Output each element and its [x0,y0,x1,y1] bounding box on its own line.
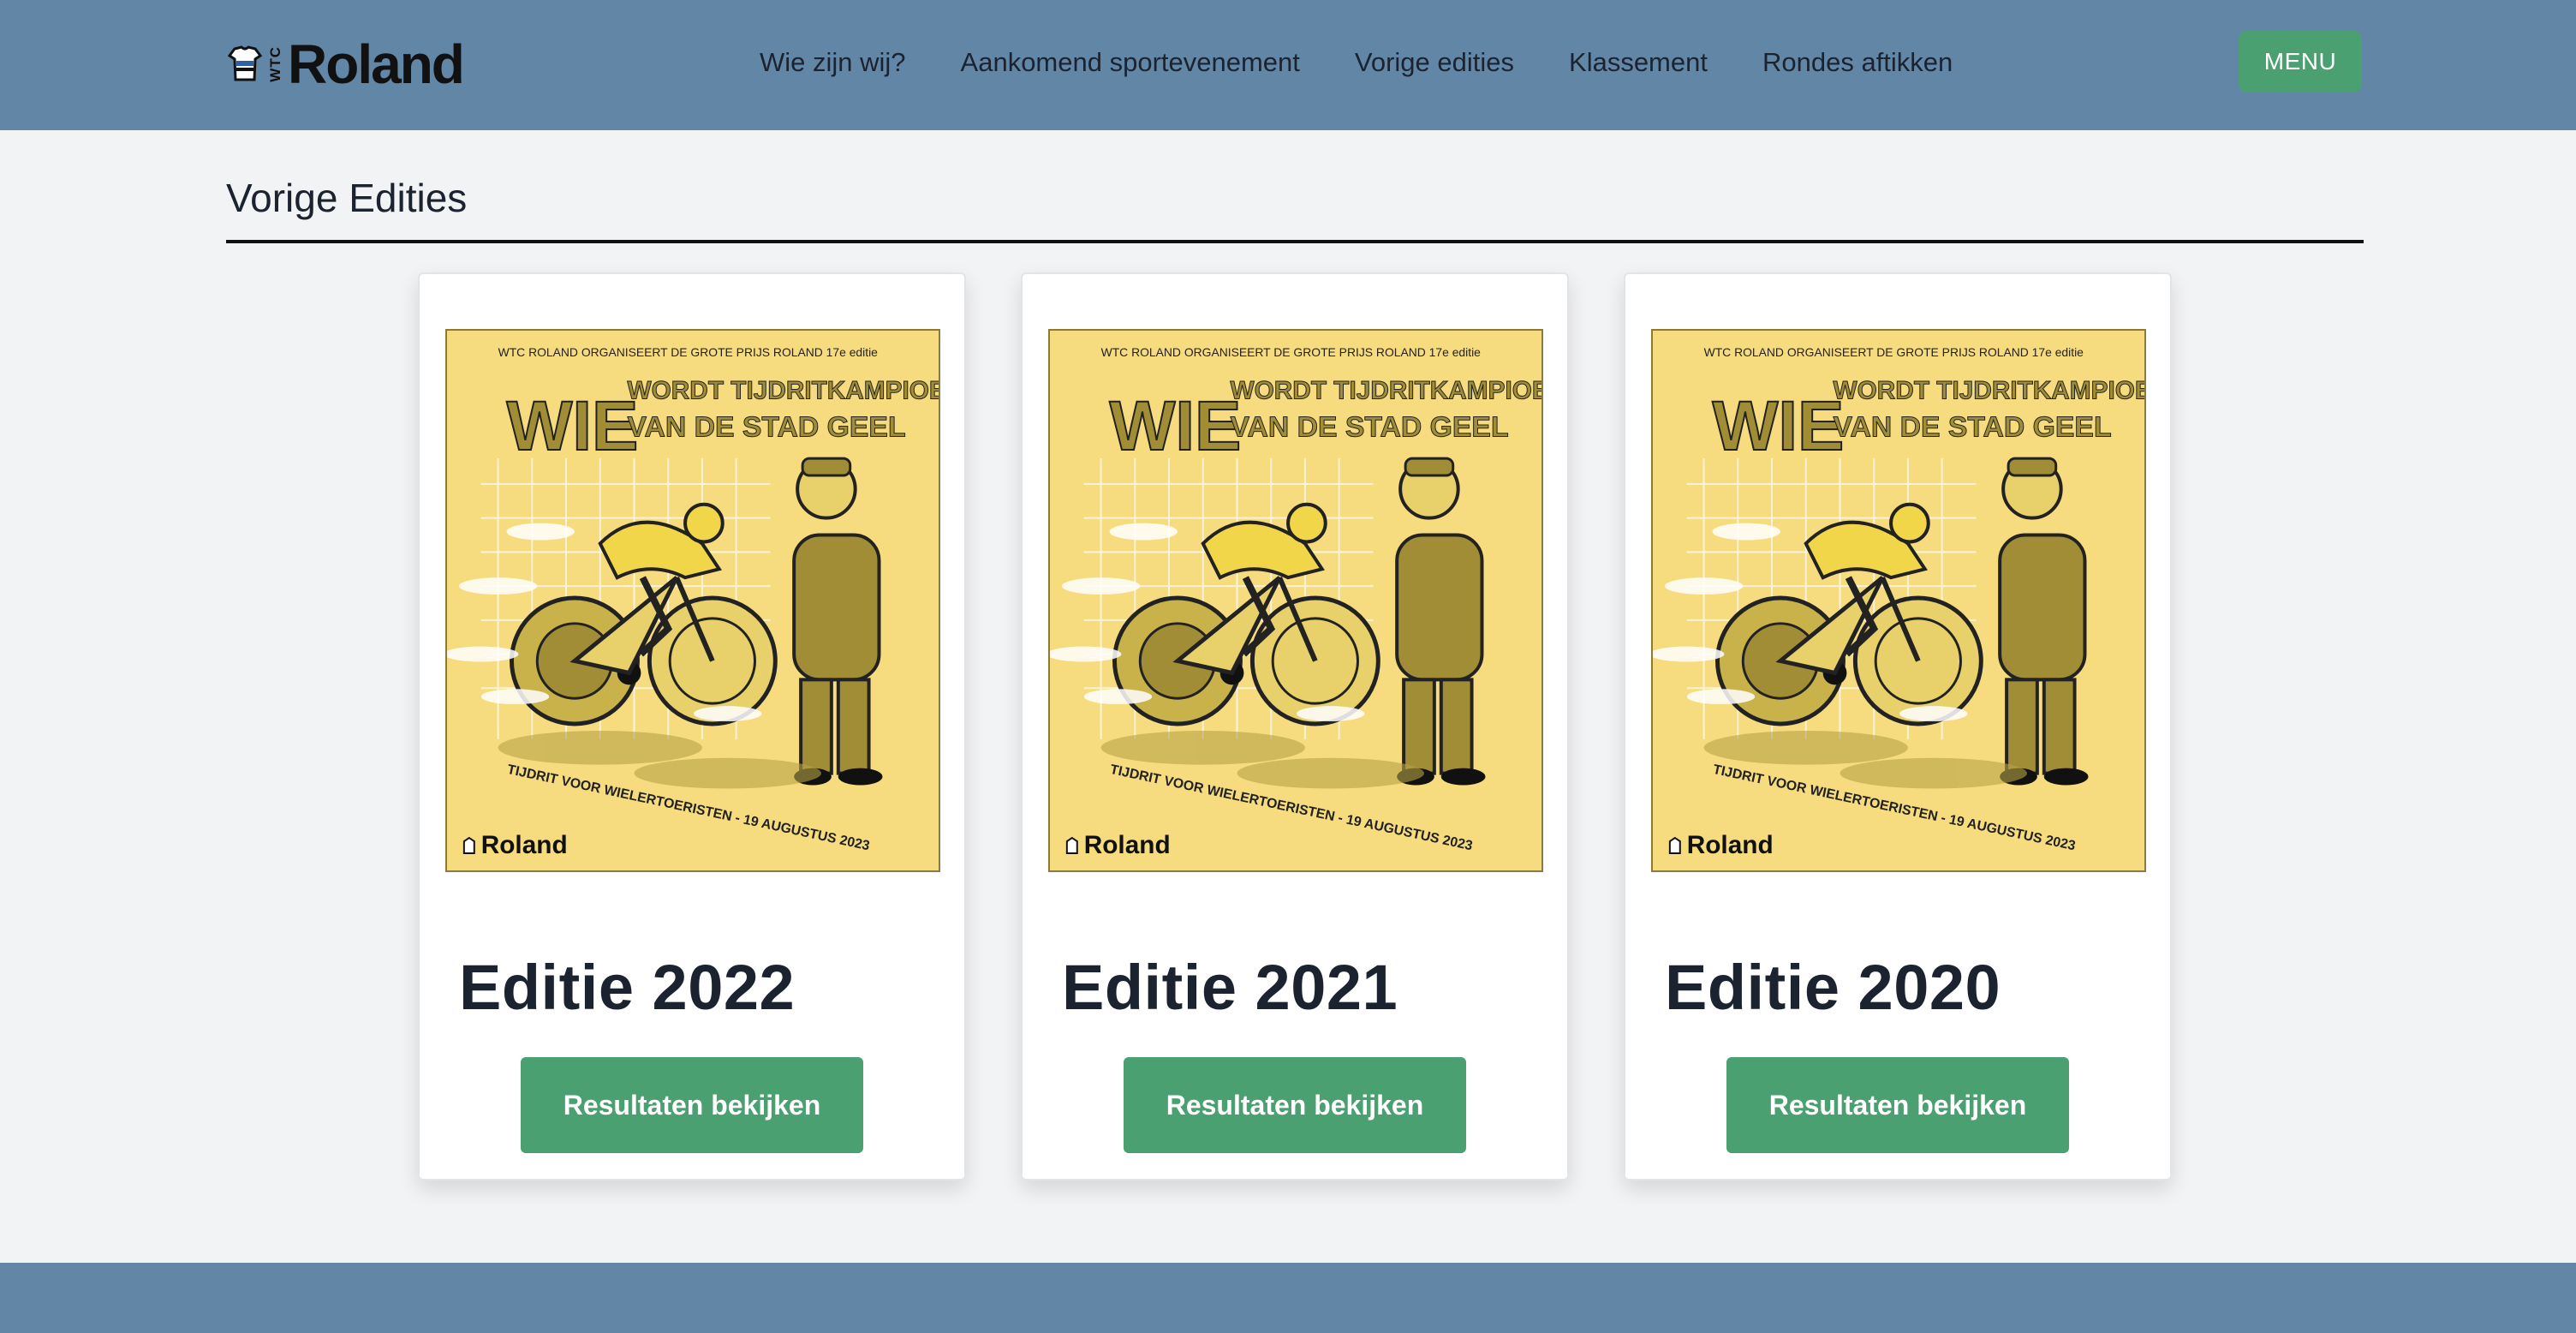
poster-headline-1: WORDT TIJDRITKAMPIOEN [628,377,939,405]
view-results-button[interactable]: Resultaten bekijken [1726,1057,2069,1153]
poster-big-word: WIE [507,387,639,465]
main-nav: Wie zijn wij? Aankomend sportevenement V… [760,41,1953,84]
poster-illustration: WTC ROLAND ORGANISEERT DE GROTE PRIJS RO… [447,331,939,870]
edition-title: Editie 2021 [1062,952,1398,1023]
view-results-button[interactable]: Resultaten bekijken [1124,1057,1466,1153]
edition-poster-image[interactable]: WTC ROLAND ORGANISEERT DE GROTE PRIJS RO… [445,329,940,872]
navbar: WTC Roland Wie zijn wij? Aankomend sport… [0,0,2576,130]
brand-name: Roland [288,33,465,95]
brand-logo[interactable]: WTC Roland [228,33,465,95]
nav-link-upcoming-event[interactable]: Aankomend sportevenement [961,47,1300,78]
jersey-icon [228,45,262,81]
edition-card: WTC ROLAND ORGANISEERT DE GROTE PRIJS RO… [1021,272,1569,1181]
page-title: Vorige Edities [226,176,468,220]
edition-card: WTC ROLAND ORGANISEERT DE GROTE PRIJS RO… [418,272,966,1181]
poster-big-word: WIE [1713,387,1845,465]
edition-poster-image[interactable]: WTC ROLAND ORGANISEERT DE GROTE PRIJS RO… [1048,329,1543,872]
poster-logo-name: Roland [1687,831,1774,859]
view-results-button[interactable]: Resultaten bekijken [521,1057,863,1153]
menu-button[interactable]: MENU [2239,31,2362,93]
poster-headline-1: WORDT TIJDRITKAMPIOEN [1231,377,1541,405]
poster-illustration: WTC ROLAND ORGANISEERT DE GROTE PRIJS RO… [1050,331,1541,870]
nav-link-about[interactable]: Wie zijn wij? [760,47,906,78]
poster-logo-name: Roland [481,831,568,859]
poster-headline-2: VAN DE STAD GEEL [1231,410,1509,443]
edition-card: WTC ROLAND ORGANISEERT DE GROTE PRIJS RO… [1624,272,2172,1181]
footer [0,1263,2576,1333]
poster-logo-name: Roland [1084,831,1171,859]
poster-top-line: WTC ROLAND ORGANISEERT DE GROTE PRIJS RO… [1704,345,2084,359]
edition-poster-image[interactable]: WTC ROLAND ORGANISEERT DE GROTE PRIJS RO… [1651,329,2146,872]
brand-small-text: WTC [267,46,283,82]
nav-link-previous-editions[interactable]: Vorige edities [1355,47,1514,78]
poster-top-line: WTC ROLAND ORGANISEERT DE GROTE PRIJS RO… [1101,345,1482,359]
poster-headline-1: WORDT TIJDRITKAMPIOEN [1834,377,2144,405]
poster-headline-2: VAN DE STAD GEEL [628,410,906,443]
poster-illustration: WTC ROLAND ORGANISEERT DE GROTE PRIJS RO… [1653,331,2144,870]
poster-headline-2: VAN DE STAD GEEL [1834,410,2112,443]
edition-title: Editie 2020 [1665,952,2001,1023]
nav-link-laps[interactable]: Rondes aftikken [1762,47,1953,78]
nav-link-ranking[interactable]: Klassement [1569,47,1708,78]
edition-title: Editie 2022 [459,952,796,1023]
poster-big-word: WIE [1110,387,1242,465]
poster-top-line: WTC ROLAND ORGANISEERT DE GROTE PRIJS RO… [498,345,879,359]
title-divider [226,240,2364,243]
